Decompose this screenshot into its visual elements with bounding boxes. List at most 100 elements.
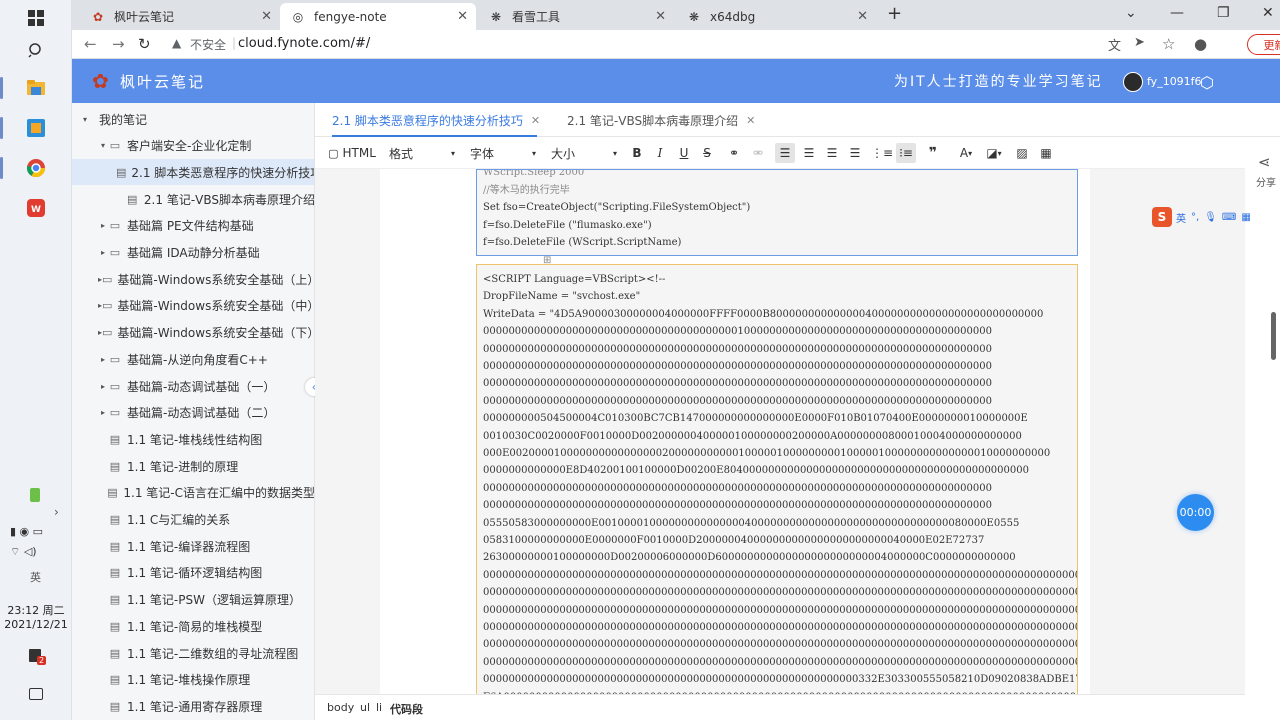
chevron-right-icon[interactable]: › — [54, 505, 59, 519]
sidebar-item[interactable]: ▾ 我的笔记 — [72, 106, 314, 132]
keyboard-icon[interactable]: ⌨ — [1222, 212, 1236, 223]
path-crumb[interactable]: li — [376, 701, 382, 714]
close-window-icon[interactable]: ✕ — [1262, 5, 1274, 21]
timer-bubble[interactable]: 00:00 — [1177, 494, 1214, 531]
share-label[interactable]: 分享 — [1256, 174, 1276, 189]
sidebar-item[interactable]: ▤ 1.1 笔记-堆栈线性结构图 — [72, 426, 314, 452]
restore-icon[interactable]: ❐ — [1217, 5, 1230, 21]
sidebar-item[interactable]: ▸ ▭ 基础篇-从逆向角度看C++ — [72, 346, 314, 372]
bold-icon[interactable]: B — [627, 143, 647, 163]
sidebar-item[interactable]: ▤ 1.1 C与汇编的关系 — [72, 507, 314, 533]
translate-icon[interactable]: 文 — [1108, 35, 1121, 54]
tab-search-icon[interactable]: ⌄ — [1125, 5, 1137, 21]
sidebar-item[interactable]: ▤ 2.1 脚本类恶意程序的快速分析技巧 — [72, 159, 314, 186]
align-left-icon[interactable]: ☰ — [775, 143, 795, 163]
sidebar-item[interactable]: ▸ ▭ 基础篇-Windows系统安全基础（中） — [72, 293, 314, 319]
sidebar-item[interactable]: ▤ 1.1 笔记-二维数组的寻址流程图 — [72, 640, 314, 666]
ime-indicator[interactable]: 英 — [30, 569, 41, 585]
insecure-label[interactable]: 不安全 — [190, 36, 226, 53]
unlink-icon[interactable]: ⚮ — [748, 143, 768, 163]
sidebar-item[interactable]: ▸ ▭ 基础篇-动态调试基础（一） — [72, 373, 314, 399]
send-icon[interactable]: ➤ — [1134, 35, 1145, 50]
wps-icon[interactable]: W — [16, 190, 56, 226]
action-center-icon[interactable] — [29, 688, 43, 700]
sidebar-item[interactable]: ▤ 1.1 笔记-PSW（逻辑运算原理） — [72, 587, 314, 613]
settings-hex-icon[interactable]: ⬡ — [1200, 73, 1214, 92]
avatar[interactable] — [1123, 72, 1143, 92]
html-source-button[interactable]: ▢ HTML — [328, 143, 376, 163]
chrome-icon[interactable] — [16, 150, 56, 186]
quote-icon[interactable]: ❞ — [923, 143, 943, 163]
sidebar-item[interactable]: ▤ 1.1 笔记-编译器流程图 — [72, 533, 314, 559]
document-page[interactable]: WScript.Sleep 2000 //等木马的执行完毕 Set fso=Crea… — [380, 169, 1090, 694]
close-icon[interactable]: ✕ — [857, 9, 868, 24]
image-icon[interactable]: ▨ — [1012, 143, 1032, 163]
browser-tab-3[interactable]: ❋ 看雪工具 ✕ — [478, 3, 674, 30]
sidebar-item[interactable]: ▤ 1.1 笔记-堆栈操作原理 — [72, 667, 314, 693]
microphone-icon[interactable]: 🎙 — [1204, 212, 1217, 223]
forward-icon[interactable]: → — [112, 35, 125, 53]
strikethrough-icon[interactable]: S — [697, 143, 717, 163]
close-icon[interactable]: ✕ — [261, 9, 272, 24]
sidebar-item[interactable]: ▸ ▭ 基础篇-Windows系统安全基础（上） — [72, 266, 314, 292]
scrollbar-thumb[interactable] — [1271, 312, 1276, 360]
sidebar-item[interactable]: ▸ ▭ 基础篇-动态调试基础（二） — [72, 400, 314, 426]
highlight-color-icon[interactable]: ◪ ▾ — [981, 143, 1007, 163]
size-dropdown[interactable]: 大小 ▾ — [551, 143, 617, 163]
caret-down-icon[interactable]: ▾ — [80, 115, 90, 124]
path-crumb[interactable]: ul — [360, 701, 370, 714]
star-icon[interactable]: ☆ — [1162, 35, 1175, 53]
minimize-icon[interactable]: — — [1170, 5, 1184, 21]
italic-icon[interactable]: I — [650, 143, 670, 163]
notification-icon[interactable]: 2 — [28, 648, 47, 666]
font-dropdown[interactable]: 字体 ▾ — [470, 143, 536, 163]
ordered-list-icon[interactable]: ⋮≡ — [871, 143, 893, 163]
underline-icon[interactable]: U — [674, 143, 694, 163]
table-icon[interactable]: ▦ — [1036, 143, 1056, 163]
browser-tab-2[interactable]: ◎ fengye-note ✕ — [280, 3, 476, 30]
path-crumb[interactable]: body — [327, 701, 354, 714]
new-tab-button[interactable]: + — [887, 3, 902, 24]
clock[interactable]: 23:12 周二 2021/12/21 — [0, 604, 72, 632]
doc-tab-2[interactable]: 2.1 笔记-VBS脚本病毒原理介绍 ✕ — [567, 103, 755, 137]
close-icon[interactable]: ✕ — [746, 114, 755, 127]
sidebar-item[interactable]: ▤ 1.1 笔记-通用寄存器原理 — [72, 693, 314, 719]
close-icon[interactable]: ✕ — [457, 9, 468, 24]
caret-down-icon[interactable]: ▾ — [98, 141, 108, 150]
username[interactable]: fy_1091f6 — [1147, 75, 1202, 88]
sidebar-item[interactable]: ▸ ▭ 基础篇-Windows系统安全基础（下） — [72, 320, 314, 346]
file-explorer-icon[interactable] — [16, 70, 56, 106]
update-button[interactable]: 更新 — [1247, 34, 1280, 55]
back-icon[interactable]: ← — [84, 35, 97, 53]
caret-right-icon[interactable]: ▸ — [98, 248, 108, 257]
align-right-icon[interactable]: ☰ — [822, 143, 842, 163]
url-input[interactable]: cloud.fynote.com/#/ — [238, 36, 370, 51]
punctuation-icon[interactable]: °, — [1191, 212, 1199, 223]
code-block[interactable]: WScript.Sleep 2000 //等木马的执行完毕 Set fso=Crea… — [476, 169, 1078, 256]
code-block[interactable]: <SCRIPT Language=VBScript><!-- DropFileNa… — [476, 264, 1078, 694]
close-icon[interactable]: ✕ — [655, 9, 666, 24]
sidebar-item[interactable]: ▤ 1.1 笔记-简易的堆栈模型 — [72, 613, 314, 639]
reload-icon[interactable]: ↻ — [138, 35, 151, 53]
align-justify-icon[interactable]: ☰ — [845, 143, 865, 163]
browser-tab-4[interactable]: ❋ x64dbg ✕ — [676, 3, 876, 30]
sidebar-item[interactable]: ▸ ▭ 基础篇 PE文件结构基础 — [72, 213, 314, 239]
grid-icon[interactable]: ▦ — [1241, 212, 1250, 223]
browser-tab-1[interactable]: ✿ 枫叶云笔记 ✕ — [80, 3, 280, 30]
font-color-icon[interactable]: A ▾ — [953, 143, 979, 163]
caret-right-icon[interactable]: ▸ — [98, 382, 108, 391]
sidebar-item[interactable]: ▤ 1.1 笔记-C语言在汇编中的数据类型 — [72, 480, 314, 506]
profile-icon[interactable]: ● — [1194, 35, 1207, 53]
network-volume-icons[interactable]: ⌔ ◁) — [10, 545, 37, 559]
path-crumb[interactable]: 代码段 — [390, 701, 423, 717]
warning-icon[interactable]: ▲ — [172, 36, 181, 50]
doc-tab-1[interactable]: 2.1 脚本类恶意程序的快速分析技巧 ✕ — [332, 103, 540, 137]
share-icon[interactable]: ⋖ — [1258, 153, 1271, 171]
ime-lang[interactable]: 英 — [1176, 210, 1186, 225]
sidebar-item[interactable]: ▤ 2.1 笔记-VBS脚本病毒原理介绍 — [72, 186, 314, 212]
windows-start-icon[interactable] — [16, 0, 56, 36]
sidebar-item[interactable]: ▤ 1.1 笔记-循环逻辑结构图 — [72, 560, 314, 586]
sidebar-item[interactable]: ▸ ▭ 基础篇 IDA动静分析基础 — [72, 240, 314, 266]
sidebar-item[interactable]: ▤ 1.1 笔记-进制的原理 — [72, 453, 314, 479]
sidebar-item[interactable]: ▾ ▭ 客户端安全-企业化定制 — [72, 133, 314, 159]
